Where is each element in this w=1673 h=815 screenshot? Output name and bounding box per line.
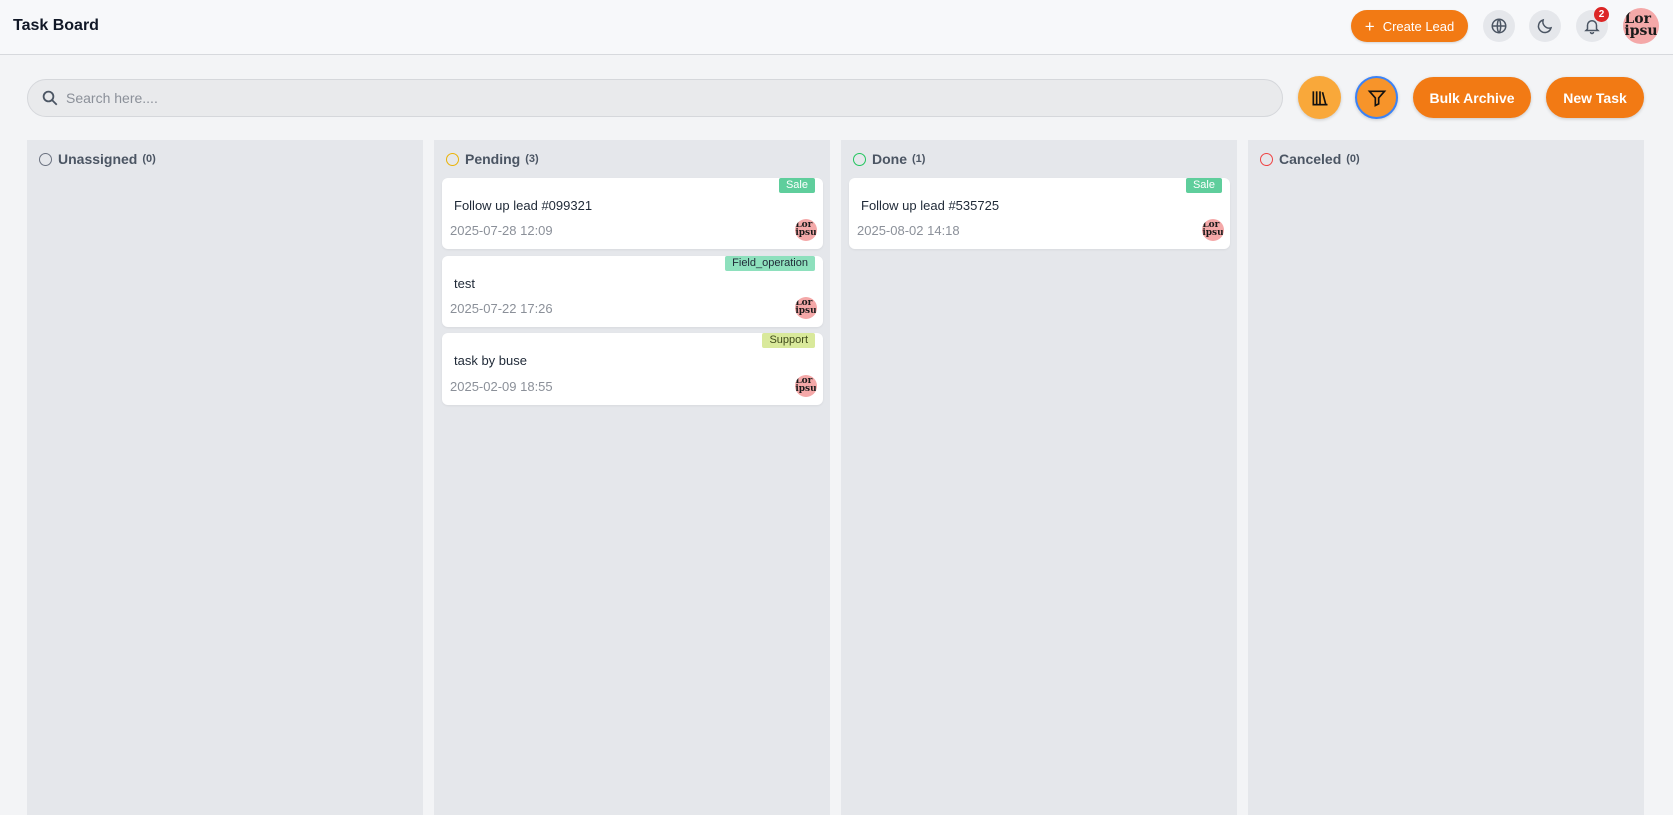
avatar-text-line2: ipsu	[1202, 228, 1224, 238]
new-task-button[interactable]: New Task	[1546, 77, 1644, 118]
library-view-button[interactable]	[1298, 76, 1341, 119]
page-title: Task Board	[13, 17, 99, 34]
library-icon	[1312, 90, 1327, 105]
create-lead-button[interactable]: + Create Lead	[1351, 10, 1468, 42]
moon-icon	[1537, 18, 1553, 34]
language-button[interactable]	[1483, 10, 1515, 42]
assignee-avatar[interactable]: Lor ipsu	[795, 375, 817, 397]
avatar-text-line2: ipsu	[795, 228, 817, 238]
notifications-button[interactable]: 2	[1576, 7, 1609, 42]
avatar-text-line2: ipsu	[1624, 23, 1658, 39]
column-title: Done	[872, 151, 907, 167]
task-date: 2025-08-02 14:18	[857, 223, 960, 238]
globe-icon	[1491, 18, 1507, 34]
bulk-archive-button[interactable]: Bulk Archive	[1413, 77, 1531, 118]
column-unassigned: Unassigned (0)	[27, 140, 423, 815]
user-avatar[interactable]: Lor ipsu	[1623, 8, 1659, 44]
column-title: Canceled	[1279, 151, 1342, 167]
column-count: (0)	[142, 153, 156, 165]
task-date: 2025-02-09 18:55	[450, 379, 553, 394]
task-tag: Sale	[778, 178, 815, 193]
task-title: task by buse	[454, 353, 527, 368]
assignee-avatar[interactable]: Lor ipsu	[795, 297, 817, 319]
unassigned-status-icon	[39, 152, 52, 166]
search-input[interactable]	[66, 80, 1266, 116]
task-card[interactable]: Field_operation test 2025-07-22 17:26 Lo…	[442, 256, 823, 327]
column-count: (3)	[525, 153, 539, 165]
create-lead-label: Create Lead	[1382, 18, 1455, 34]
top-bar: Task Board + Create Lead 2 Lor ipsu	[0, 0, 1673, 55]
avatar-text-line2: ipsu	[795, 384, 817, 394]
column-pending: Pending (3) Sale Follow up lead #099321 …	[434, 140, 830, 815]
filter-button[interactable]	[1355, 76, 1398, 119]
task-title: test	[454, 276, 475, 291]
canceled-status-icon	[1260, 152, 1273, 166]
search-bar	[27, 79, 1283, 117]
dark-mode-toggle[interactable]	[1529, 10, 1561, 42]
task-title: Follow up lead #535725	[861, 198, 1000, 213]
task-title: Follow up lead #099321	[454, 198, 593, 213]
task-tag: Sale	[1185, 178, 1222, 193]
filter-icon	[1367, 90, 1386, 107]
done-status-icon	[853, 152, 866, 166]
column-count: (1)	[912, 153, 926, 165]
avatar-text-line2: ipsu	[795, 306, 817, 316]
task-card[interactable]: Support task by buse 2025-02-09 18:55 Lo…	[442, 333, 823, 405]
column-canceled: Canceled (0)	[1248, 140, 1644, 815]
search-icon	[42, 90, 58, 106]
plus-icon: +	[1364, 16, 1375, 36]
column-title: Unassigned	[58, 151, 138, 167]
task-tag: Field_operation	[725, 256, 815, 271]
column-title: Pending	[465, 151, 521, 167]
column-count: (0)	[1346, 153, 1360, 165]
assignee-avatar[interactable]: Lor ipsu	[1202, 219, 1224, 241]
task-card[interactable]: Sale Follow up lead #099321 2025-07-28 1…	[442, 178, 823, 249]
task-date: 2025-07-22 17:26	[450, 301, 553, 316]
task-date: 2025-07-28 12:09	[450, 223, 553, 238]
task-tag: Support	[762, 333, 815, 348]
column-done: Done (1) Sale Follow up lead #535725 202…	[841, 140, 1237, 815]
assignee-avatar[interactable]: Lor ipsu	[795, 219, 817, 241]
notification-badge: 2	[1594, 7, 1609, 22]
pending-status-icon	[446, 152, 459, 166]
task-card[interactable]: Sale Follow up lead #535725 2025-08-02 1…	[849, 178, 1230, 249]
